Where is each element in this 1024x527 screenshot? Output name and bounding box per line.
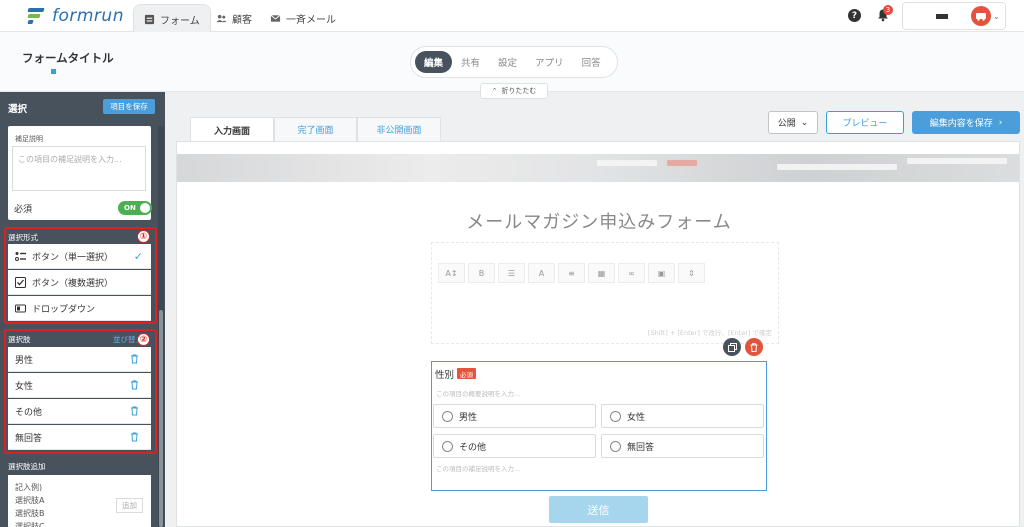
note-settings-card: 補足説明 この項目の補足説明を入力... 必須 ON <box>8 126 152 220</box>
nav-tab-form[interactable]: フォーム <box>133 4 211 33</box>
form-heading[interactable]: メールマガジン申込みフォーム <box>177 208 1019 234</box>
field-note-input[interactable]: この項目の補足説明を入力... <box>436 463 520 473</box>
annotation-marker-2: ② <box>137 333 150 346</box>
radio-circle-icon <box>610 410 621 422</box>
save-field-button[interactable]: 項目を保存 <box>103 99 155 114</box>
users-icon <box>216 14 227 22</box>
nav-tab-mail[interactable]: 一斉メール <box>260 4 346 32</box>
header-image[interactable] <box>177 154 1019 182</box>
field-label: 性別 <box>435 370 455 381</box>
radio-option-label: 男性 <box>459 412 478 423</box>
annotation-marker-1: ① <box>137 230 150 243</box>
copy-icon <box>727 342 737 352</box>
highlight-box-format <box>4 227 157 324</box>
radio-option[interactable]: 女性 <box>601 404 764 428</box>
chevron-down-icon: ⌄ <box>993 12 1000 21</box>
delete-field-button[interactable] <box>745 338 763 356</box>
radio-option[interactable]: 無回答 <box>601 434 764 458</box>
required-badge: 必須 <box>457 368 476 379</box>
avatar-icon <box>976 13 986 21</box>
duplicate-field-button[interactable] <box>723 338 741 356</box>
gender-field[interactable]: 性別 必須 この項目の概要説明を入力... 男性 女性 その他 無回答 この項目… <box>431 361 767 491</box>
link-icon[interactable]: ∞ <box>618 263 645 283</box>
font-size-icon[interactable]: A↕ <box>438 263 465 283</box>
form-icon <box>144 14 155 24</box>
radio-circle-icon <box>442 440 453 452</box>
add-choice-label: 選択肢追加 <box>8 462 46 471</box>
top-navigation-bar: formrun フォーム 顧客 一斉メール ? 3 ⌄ <box>0 0 1024 33</box>
bold-icon[interactable]: B <box>468 263 495 283</box>
mode-share[interactable]: 共有 <box>452 51 489 73</box>
radio-option-label: 無回答 <box>627 442 655 453</box>
list-icon[interactable]: ☰ <box>498 263 525 283</box>
note-placeholder: この項目の補足説明を入力... <box>18 155 122 164</box>
page-title[interactable]: フォームタイトル <box>22 50 114 66</box>
logo-flag-icon <box>27 7 46 25</box>
notification-badge: 3 <box>883 5 893 15</box>
note-textarea[interactable]: この項目の補足説明を入力... <box>12 146 146 191</box>
account-menu[interactable]: ⌄ <box>902 2 1006 30</box>
save-label: 編集内容を保存 <box>929 119 993 129</box>
mail-icon <box>270 14 281 22</box>
table-icon[interactable]: ▦ <box>588 263 615 283</box>
toggle-label: ON <box>124 204 136 212</box>
align-icon[interactable]: ≡ <box>558 263 585 283</box>
field-settings-sidebar: 選択 項目を保存 補足説明 この項目の補足説明を入力... 必須 ON 選択形式… <box>0 92 165 527</box>
add-choice-card[interactable]: 記入例) 選択肢A 選択肢B 選択肢C 追加 <box>8 475 151 527</box>
add-choice-textarea[interactable]: 記入例) 選択肢A 選択肢B 選択肢C <box>15 481 45 527</box>
mode-responses[interactable]: 回答 <box>573 51 610 73</box>
avatar <box>971 6 991 26</box>
publish-dropdown[interactable]: 公開 ⌄ <box>768 111 818 134</box>
mode-settings[interactable]: 設定 <box>489 51 526 73</box>
logo-text: formrun <box>52 6 124 26</box>
scrollbar-thumb[interactable] <box>159 310 163 527</box>
tab-input-screen[interactable]: 入力画面 <box>190 117 274 142</box>
highlight-box-choices <box>4 329 157 454</box>
submit-button[interactable]: 送信 <box>549 496 648 523</box>
tab-private-screen[interactable]: 非公開画面 <box>357 117 441 141</box>
formrun-logo[interactable]: formrun <box>27 5 124 27</box>
radio-option-label: 女性 <box>627 412 646 423</box>
description-editor[interactable]: A↕ B ☰ A ≡ ▦ ∞ ▣ ⇕ [Shift] + [Enter] で改行… <box>431 242 779 344</box>
nav-tab-label: 一斉メール <box>286 14 336 26</box>
trash-icon <box>750 342 758 352</box>
chevron-down-icon: ⌄ <box>800 117 809 128</box>
form-canvas: メールマガジン申込みフォーム A↕ B ☰ A ≡ ▦ ∞ ▣ ⇕ [Shift… <box>176 141 1020 527</box>
radio-option[interactable]: その他 <box>433 434 596 458</box>
image-icon[interactable]: ▣ <box>648 263 675 283</box>
preview-button[interactable]: プレビュー <box>826 111 904 134</box>
title-indicator <box>51 69 56 74</box>
mode-switcher: 編集 共有 設定 アプリ 回答 <box>410 46 618 78</box>
nav-tab-customers[interactable]: 顧客 <box>206 4 262 32</box>
field-description-input[interactable]: この項目の概要説明を入力... <box>436 388 520 398</box>
required-toggle[interactable]: ON <box>118 201 152 215</box>
form-header-bar: フォームタイトル 編集 共有 設定 アプリ 回答 ⌃ 折りたたむ <box>0 32 1024 99</box>
chevron-right-icon: › <box>998 117 1003 128</box>
divider-icon[interactable]: ⇕ <box>678 263 705 283</box>
account-name <box>936 14 948 19</box>
note-label: 補足説明 <box>15 135 43 143</box>
text-color-icon[interactable]: A <box>528 263 555 283</box>
add-choice-button[interactable]: 追加 <box>116 498 143 513</box>
sidebar-title: 選択 <box>8 104 28 115</box>
collapse-label: 折りたたむ <box>501 87 537 95</box>
editor-hint: [Shift] + [Enter] で改行、[Enter] で確定 <box>647 329 772 337</box>
chevron-up-icon: ⌃ <box>491 87 498 95</box>
radio-option[interactable]: 男性 <box>433 404 596 428</box>
radio-circle-icon <box>442 410 453 422</box>
publish-label: 公開 <box>777 119 796 129</box>
required-label: 必須 <box>14 205 33 215</box>
nav-tab-label: フォーム <box>160 15 200 27</box>
radio-circle-icon <box>610 440 621 452</box>
mode-edit[interactable]: 編集 <box>415 51 453 73</box>
mode-apps[interactable]: アプリ <box>526 51 573 73</box>
tab-complete-screen[interactable]: 完了画面 <box>274 117 357 141</box>
help-icon[interactable]: ? <box>848 9 861 22</box>
collapse-button[interactable]: ⌃ 折りたたむ <box>480 83 548 99</box>
radio-option-label: その他 <box>459 442 487 453</box>
nav-tab-label: 顧客 <box>232 14 252 26</box>
save-changes-button[interactable]: 編集内容を保存 › <box>912 111 1020 134</box>
